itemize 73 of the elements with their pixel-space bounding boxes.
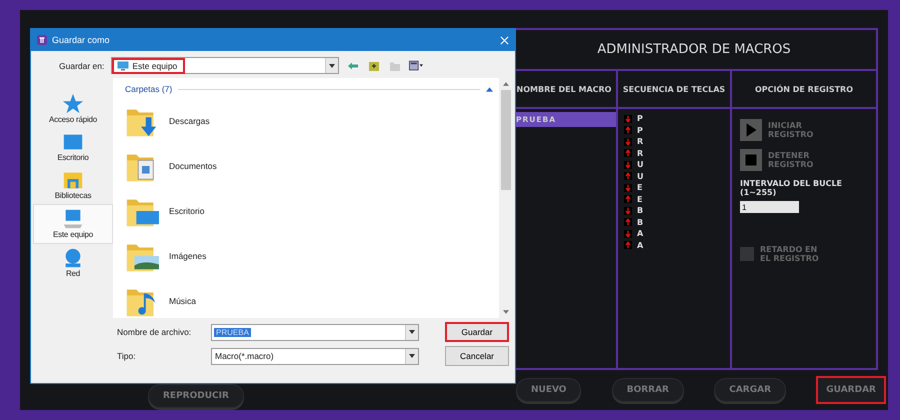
computer-icon	[117, 60, 130, 70]
down-arrow-icon	[624, 230, 632, 238]
up-arrow-icon	[624, 195, 632, 204]
dropdown-arrow-icon	[329, 64, 336, 68]
file-type-label: Tipo:	[117, 351, 137, 361]
computer-icon	[62, 208, 84, 230]
file-type-dropdown[interactable]: Macro(*.macro)	[211, 348, 419, 364]
view-menu-icon[interactable]	[409, 60, 424, 72]
scroll-down-icon[interactable]	[503, 310, 509, 314]
action-button[interactable]: NUEVO	[516, 378, 582, 402]
place-item[interactable]: Escritorio	[33, 128, 113, 166]
delay-checkbox[interactable]	[740, 247, 754, 261]
column-header: SECUENCIA DE TECLAS	[618, 71, 730, 109]
new-folder-icon[interactable]	[367, 60, 382, 72]
key-label: R	[637, 148, 644, 158]
folder-item[interactable]: Descargas	[125, 98, 493, 143]
up-arrow-icon	[624, 149, 632, 158]
key-label: A	[637, 240, 644, 250]
down-arrow-icon	[624, 138, 632, 146]
folder-item[interactable]: Documentos	[125, 143, 493, 188]
save-in-dropdown[interactable]: Este equipo	[111, 57, 340, 74]
key-label: U	[637, 172, 644, 181]
collapse-icon[interactable]	[486, 86, 493, 92]
down-arrow-icon	[624, 184, 632, 192]
key-label: E	[637, 194, 642, 204]
place-item[interactable]: Bibliotecas	[33, 166, 113, 204]
up-arrow-icon	[624, 218, 632, 226]
up-arrow-icon	[624, 126, 632, 134]
key-label: P	[637, 126, 643, 135]
action-button[interactable]: GUARDAR	[816, 376, 886, 404]
stop-icon[interactable]	[740, 149, 762, 171]
up-arrow-icon	[624, 241, 632, 250]
key-label: P	[637, 114, 643, 124]
loop-interval-label: INTERVALO DEL BUCLE (1~255)	[740, 179, 844, 197]
start-recording-label: INICIAR REGISTRO	[768, 121, 814, 139]
folder-item[interactable]: Música	[125, 278, 493, 323]
key-label: E	[637, 183, 642, 192]
save-in-label: Guardar en:	[59, 60, 104, 70]
folder-item[interactable]: Escritorio	[125, 188, 493, 233]
down-arrow-icon	[624, 206, 632, 215]
play-button[interactable]: REPRODUCIR	[148, 384, 244, 408]
save-button[interactable]: Guardar	[445, 322, 509, 342]
dropdown-arrow-icon	[409, 354, 415, 358]
window-title: Guardar como	[52, 35, 111, 45]
cancel-button[interactable]: Cancelar	[445, 346, 509, 366]
stop-recording-label: DETENER REGISTRO	[768, 151, 814, 169]
action-button[interactable]: BORRAR	[612, 378, 684, 402]
key-label: B	[637, 206, 644, 216]
loop-interval-field[interactable]: 1	[740, 201, 799, 213]
action-button[interactable]: CARGAR	[714, 378, 786, 402]
save-in-value: Este equipo	[112, 58, 186, 74]
key-label: R	[637, 137, 644, 146]
key-label: B	[637, 218, 644, 227]
folder-item[interactable]: Imágenes	[125, 233, 493, 278]
column-header: OPCIÓN DE REGISTRO	[732, 71, 876, 109]
key-label: A	[637, 229, 644, 238]
key-label: U	[637, 160, 644, 170]
place-item[interactable]: Este equipo	[33, 204, 113, 244]
down-arrow-icon	[624, 114, 632, 123]
up-arrow-icon	[624, 172, 632, 180]
dropdown-arrow-icon	[409, 330, 415, 334]
file-name-label: Nombre de archivo:	[117, 327, 192, 337]
section-header[interactable]: Carpetas (7)	[125, 84, 172, 94]
delay-label: RETARDO EN EL REGISTRO	[760, 245, 820, 263]
place-item[interactable]: Red	[33, 244, 113, 282]
app-icon	[37, 35, 47, 45]
down-arrow-icon	[624, 160, 632, 169]
scroll-up-icon[interactable]	[503, 82, 509, 86]
back-arrow-icon[interactable]	[346, 60, 360, 72]
star-icon	[62, 93, 84, 115]
place-item[interactable]: Acceso rápido	[33, 90, 113, 128]
play-icon[interactable]	[740, 119, 762, 141]
close-icon[interactable]	[500, 36, 509, 44]
